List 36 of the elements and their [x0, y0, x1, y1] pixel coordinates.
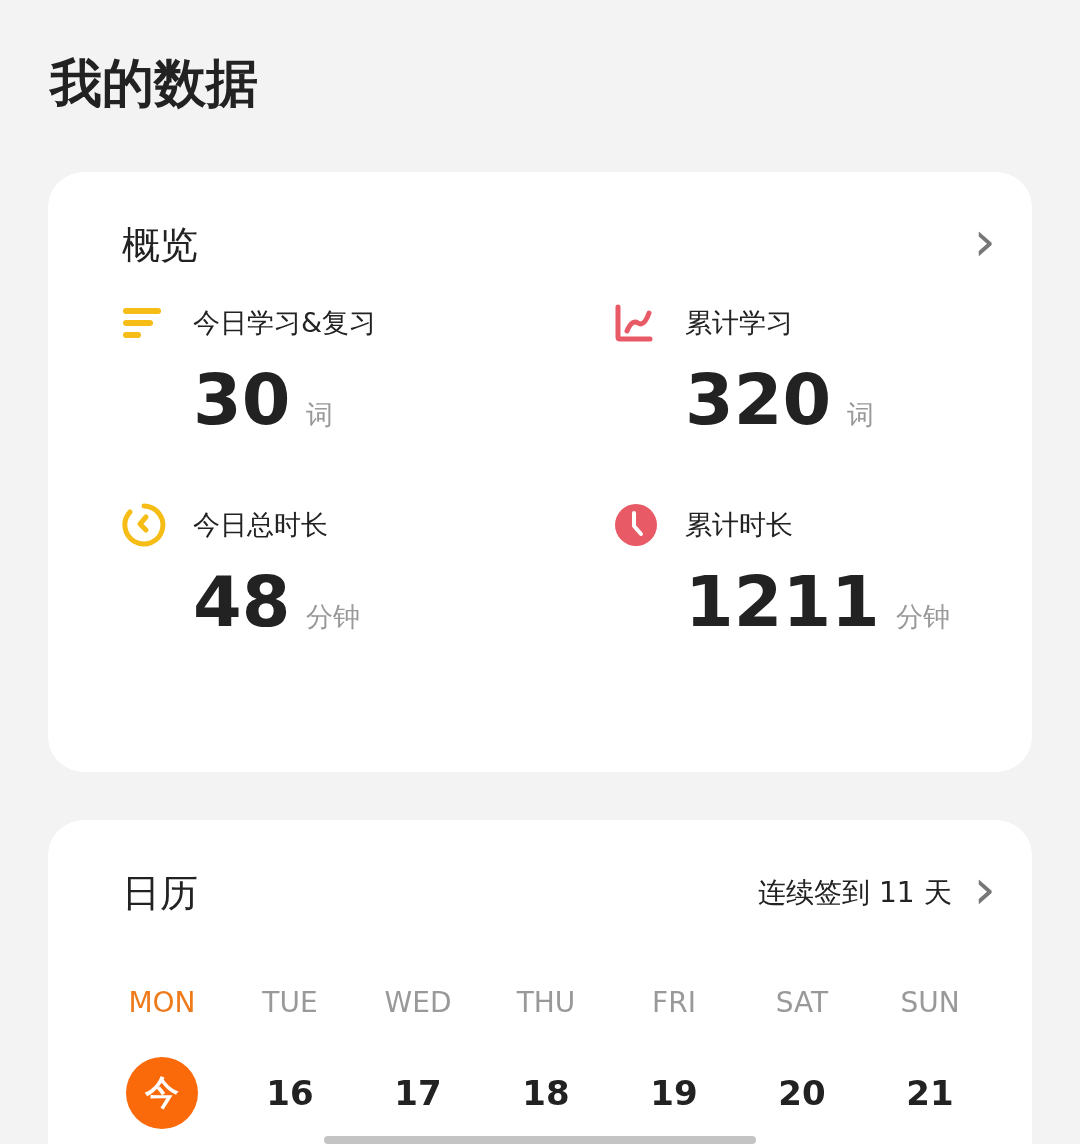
day-cell[interactable]: 18 [510, 1057, 582, 1129]
stat-unit: 词 [306, 398, 334, 432]
stat-value: 30 [193, 358, 291, 442]
chevron-icon[interactable]: › [973, 864, 996, 922]
weekday-label: SAT [775, 986, 829, 1019]
stat-unit: 词 [847, 398, 875, 432]
chevron-icon[interactable]: › [973, 216, 996, 274]
clock-icon [614, 503, 658, 547]
day-cell[interactable]: 19 [638, 1057, 710, 1129]
streak-text[interactable]: 连续签到 11 天 [758, 874, 952, 912]
line-chart-icon [614, 303, 654, 343]
stat-unit: 分钟 [306, 600, 361, 634]
card-title: 概览 [122, 221, 198, 269]
timer-icon [122, 503, 166, 547]
page-title: 我的数据 [48, 52, 259, 115]
stat-label: 今日学习&复习 [193, 306, 377, 340]
day-cell[interactable]: 21 [894, 1057, 966, 1129]
stat-label: 今日总时长 [193, 508, 328, 542]
home-indicator[interactable] [324, 1136, 756, 1144]
weekday-label: SUN [900, 986, 960, 1019]
weekday-label: WED [384, 986, 452, 1019]
weekday-label: FRI [652, 986, 696, 1019]
weekday-label: TUE [262, 986, 318, 1019]
stat-value: 320 [685, 358, 832, 442]
lines-icon [122, 307, 162, 339]
stat-label: 累计学习 [685, 306, 793, 340]
weekday-label: THU [516, 986, 576, 1019]
day-cell[interactable]: 16 [254, 1057, 326, 1129]
weekday-label: MON [128, 986, 196, 1019]
day-cell[interactable]: 17 [382, 1057, 454, 1129]
stat-label: 累计时长 [685, 508, 793, 542]
stat-value: 1211 [685, 560, 880, 644]
card-title: 日历 [122, 869, 198, 917]
day-cell[interactable]: 20 [766, 1057, 838, 1129]
stat-unit: 分钟 [895, 600, 950, 634]
stat-value: 48 [193, 560, 291, 644]
